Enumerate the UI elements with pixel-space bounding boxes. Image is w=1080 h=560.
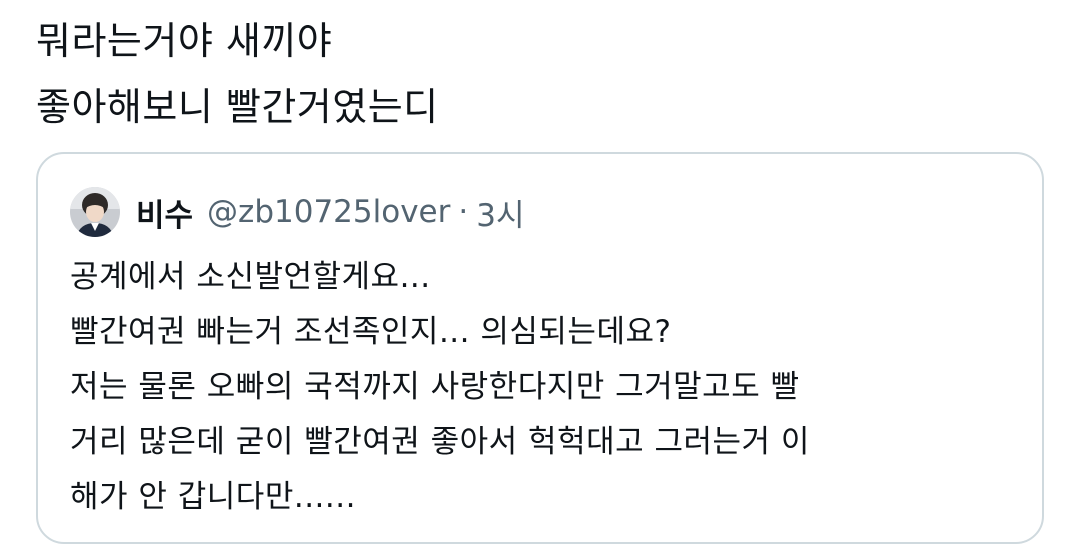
quoted-text-line: 빨간여권 빠는거 조선족인지... 의심되는데요?	[70, 314, 672, 350]
user-handle[interactable]: @zb10725lover	[207, 194, 450, 230]
quoted-tweet-header: 비수 @zb10725lover · 3시	[70, 184, 524, 240]
quoted-text-line: 해가 안 갑니다만......	[70, 479, 356, 515]
display-name[interactable]: 비수	[136, 190, 193, 235]
tweet-text-line: 좋아해보니 빨간거였는디	[36, 85, 439, 129]
separator-dot: ·	[458, 194, 469, 230]
tweet-text-line: 뭐라는거야 새끼야	[36, 19, 333, 63]
profile-photo-icon	[70, 187, 120, 237]
avatar[interactable]	[70, 187, 120, 237]
quoted-text-line: 저는 물론 오빠의 국적까지 사랑한다지만 그거말고도 빨	[70, 369, 800, 405]
tweet-text: 뭐라는거야 새끼야 좋아해보니 빨간거였는디	[36, 8, 1036, 140]
quoted-tweet-text: 공계에서 소신발언할게요... 빨간여권 빠는거 조선족인지... 의심되는데요…	[70, 250, 1020, 525]
quoted-text-line: 공계에서 소신발언할게요...	[70, 259, 431, 295]
quoted-tweet-card[interactable]: 비수 @zb10725lover · 3시 공계에서 소신발언할게요... 빨간…	[36, 152, 1044, 544]
quoted-text-line: 거리 많은데 굳이 빨간여권 좋아서 헉헉대고 그러는거 이	[70, 424, 810, 460]
timestamp[interactable]: 3시	[476, 190, 524, 235]
